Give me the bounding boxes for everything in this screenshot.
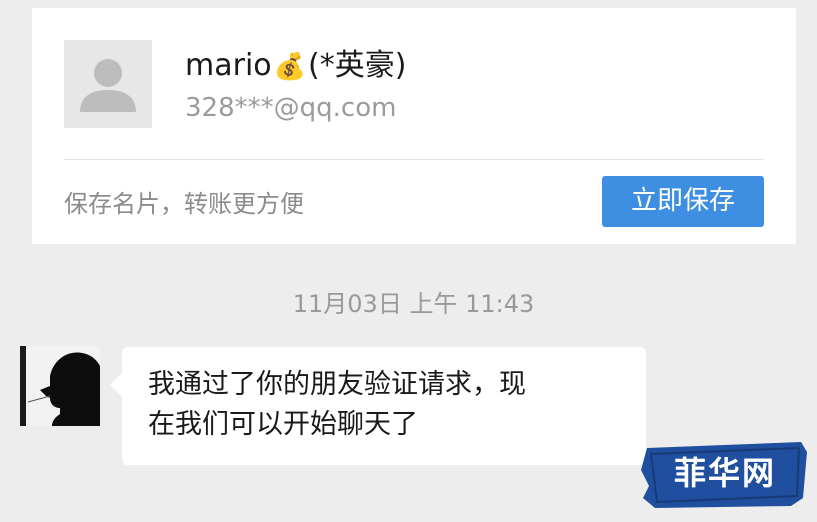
- card-divider: [64, 159, 764, 160]
- save-contact-button[interactable]: 立即保存: [602, 176, 764, 227]
- message-timestamp: 11月03日 上午 11:43: [292, 290, 535, 318]
- message-text-line: 在我们可以开始聊天了: [148, 409, 418, 440]
- save-hint-text: 保存名片，转账更方便: [64, 190, 304, 218]
- contact-avatar[interactable]: [20, 346, 100, 426]
- site-watermark: 菲华网: [641, 440, 809, 510]
- contact-nickname: mario: [185, 48, 272, 83]
- silhouette-avatar-icon: [20, 346, 100, 426]
- contact-card: mario💰(*英豪) 328***@qq.com 保存名片，转账更方便 立即保…: [32, 8, 796, 244]
- money-bag-icon: 💰: [273, 52, 307, 82]
- message-bubble[interactable]: 我通过了你的朋友验证请求，现 在我们可以开始聊天了: [110, 347, 646, 465]
- default-avatar-icon[interactable]: [64, 40, 152, 128]
- message-text-line: 我通过了你的朋友验证请求，现: [148, 369, 526, 400]
- watermark-text: 菲华网: [673, 454, 776, 492]
- contact-remark: (*英豪): [308, 48, 407, 83]
- contact-email: 328***@qq.com: [185, 93, 397, 123]
- contact-name: mario💰(*英豪): [185, 44, 406, 88]
